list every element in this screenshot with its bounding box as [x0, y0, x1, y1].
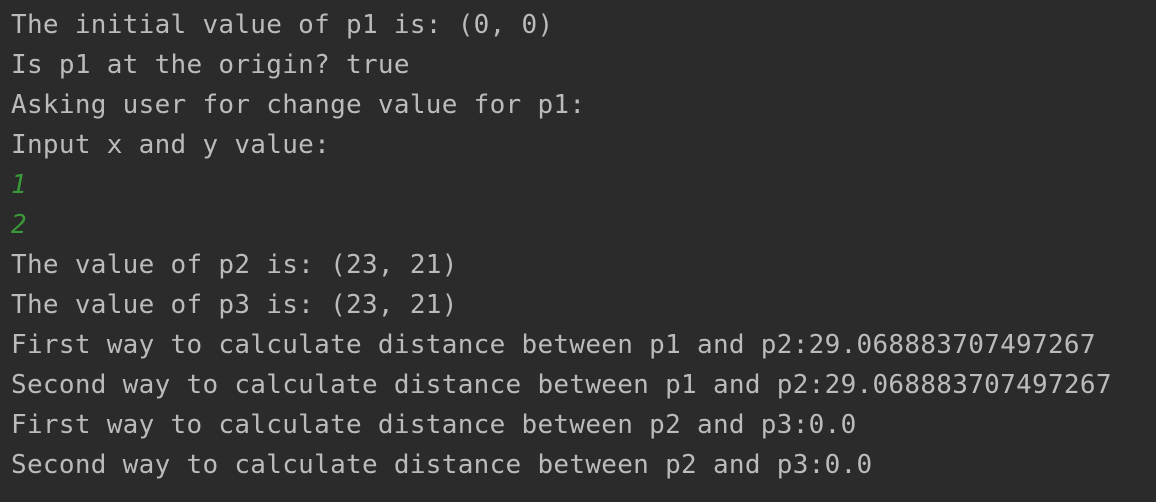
- console-line: Asking user for change value for p1:: [11, 90, 586, 120]
- console-line: The value of p2 is: (23, 21): [11, 250, 458, 280]
- console-line: First way to calculate distance between …: [11, 410, 857, 440]
- console-line: First way to calculate distance between …: [11, 330, 1096, 360]
- console-user-input-line: 2: [11, 210, 27, 240]
- console-line: Second way to calculate distance between…: [11, 450, 873, 480]
- console-line: Input x and y value:: [11, 130, 331, 160]
- console-line: Is p1 at the origin? true: [11, 50, 410, 80]
- console-output[interactable]: The initial value of p1 is: (0, 0) Is p1…: [0, 0, 1156, 502]
- console-line: Second way to calculate distance between…: [11, 370, 1112, 400]
- console-line: The value of p3 is: (23, 21): [11, 290, 458, 320]
- console-line: The initial value of p1 is: (0, 0): [11, 10, 554, 40]
- console-user-input-line: 1: [11, 170, 27, 200]
